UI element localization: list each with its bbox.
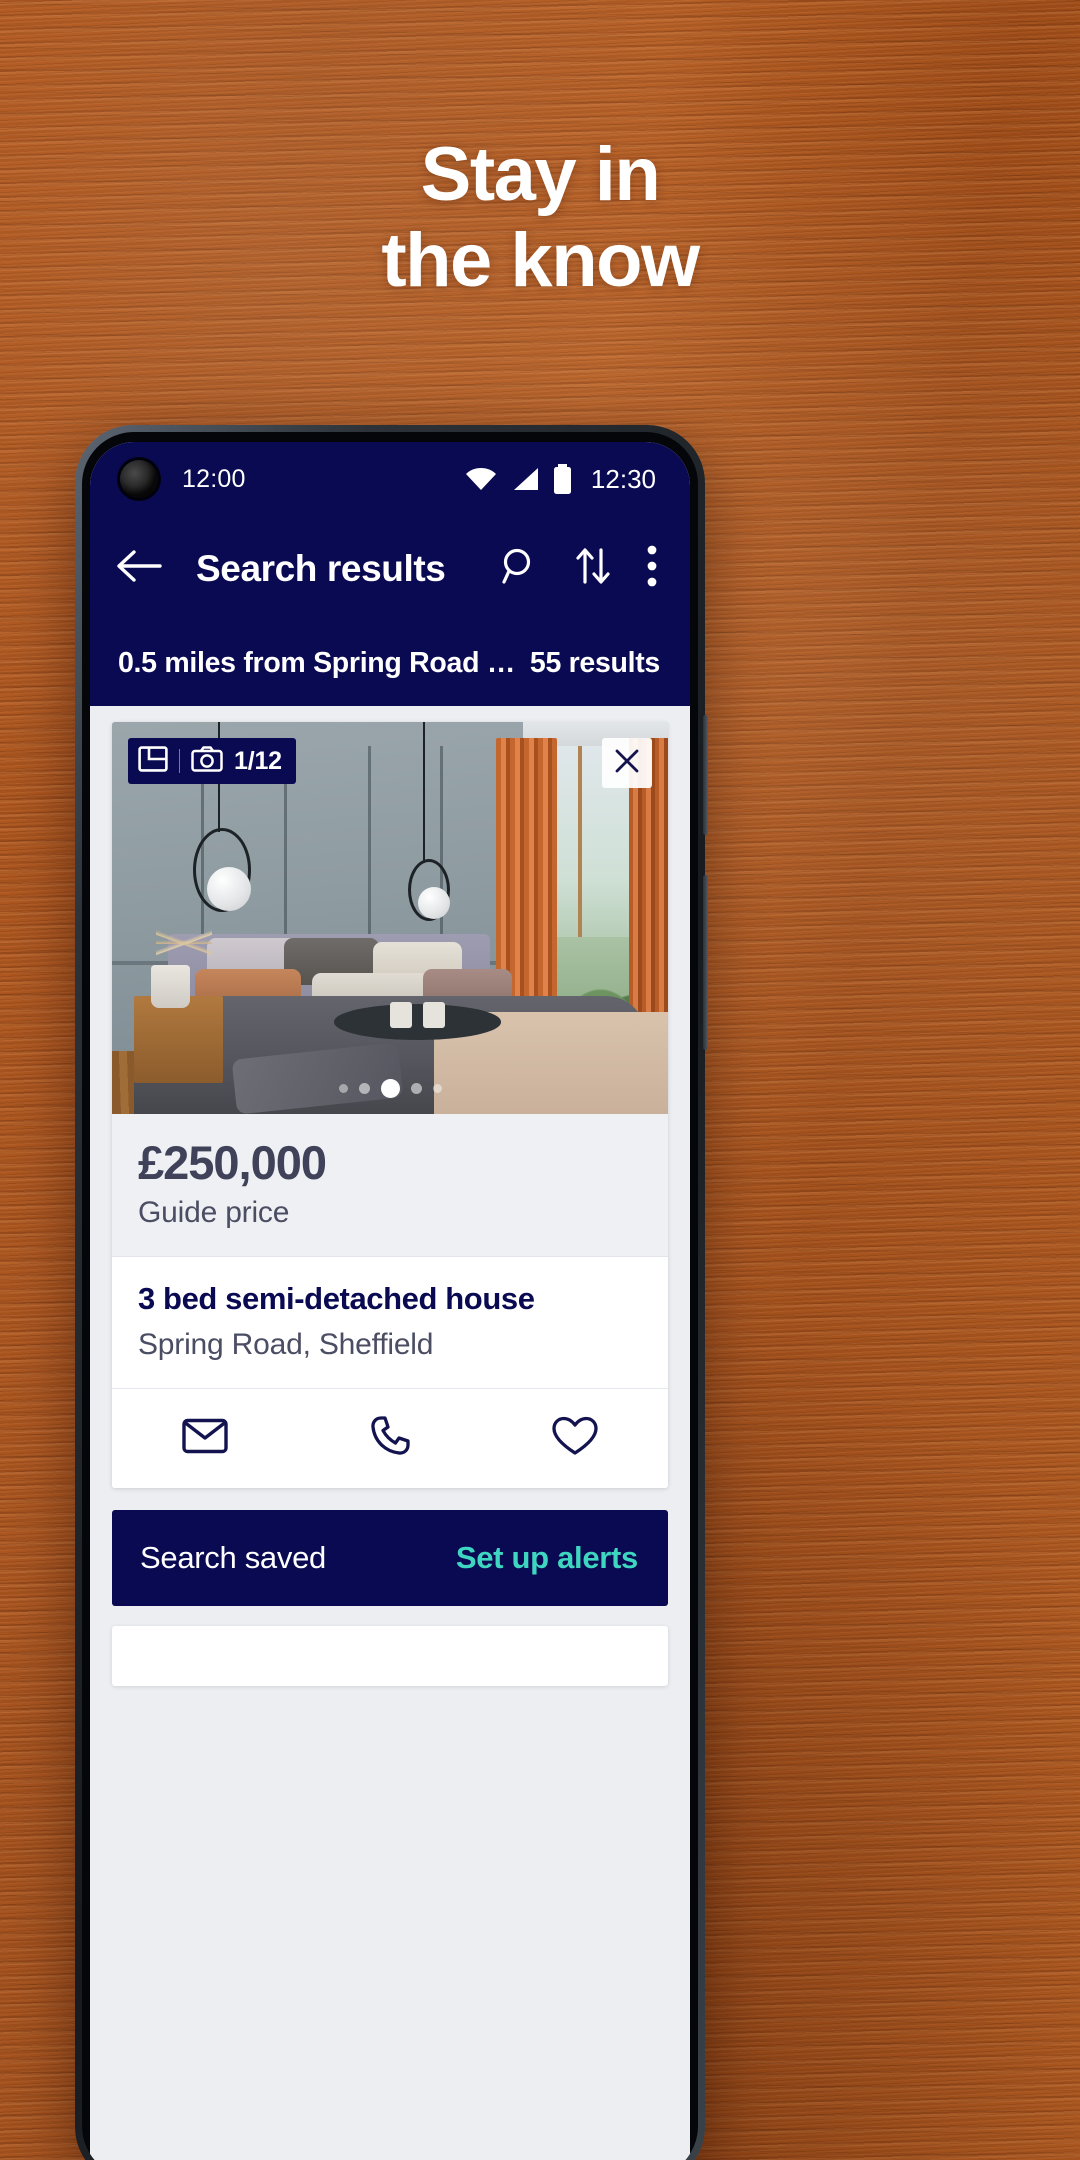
save-property-button[interactable] [483, 1416, 668, 1461]
photo-pendant-cord [423, 722, 426, 864]
photo-tray [334, 1004, 502, 1040]
search-icon [500, 546, 540, 591]
search-location-text: 0.5 miles from Spring Road Sheffield... [118, 647, 518, 679]
email-icon [181, 1418, 228, 1459]
sort-arrows-icon [574, 546, 612, 591]
results-count: 55 results [529, 647, 660, 679]
search-saved-label: Search saved [140, 1539, 326, 1575]
power-button[interactable] [703, 875, 708, 1050]
carousel-dot-active[interactable] [380, 1079, 400, 1098]
photo-count-label: 1/12 [234, 746, 282, 775]
app-toolbar: Search results [90, 516, 690, 621]
status-time-left: 12:00 [182, 464, 246, 493]
property-address: Spring Road, Sheffield [138, 1327, 434, 1361]
carousel-dot[interactable] [338, 1084, 348, 1093]
headline-line-1: Stay in [420, 132, 661, 217]
photo-nightstand [134, 996, 224, 1083]
toolbar-actions [500, 545, 662, 592]
camera-icon [191, 745, 223, 777]
headline-line-2: the know [381, 218, 700, 303]
search-summary-bar[interactable]: 0.5 miles from Spring Road Sheffield... … [90, 621, 690, 706]
results-list[interactable]: 1/12 £250,000 Guide price 3 bed semi-det… [90, 706, 690, 2160]
volume-button[interactable] [703, 715, 708, 835]
wifi-icon [465, 466, 497, 492]
status-icons: 12:30 [465, 464, 656, 495]
photo-dried-grass [156, 914, 213, 969]
price-section: £250,000 Guide price [112, 1114, 668, 1257]
back-button[interactable] [116, 549, 178, 588]
photo-pendant-bulb [417, 886, 450, 919]
photo-pendant-bulb [206, 867, 251, 912]
close-card-button[interactable] [602, 738, 652, 788]
floorplan-icon [138, 745, 168, 777]
next-property-card[interactable] [112, 1625, 668, 1686]
search-saved-bar: Search saved Set up alerts [112, 1509, 668, 1606]
close-icon [614, 748, 640, 779]
badge-separator [179, 749, 180, 773]
set-up-alerts-link[interactable]: Set up alerts [456, 1540, 638, 1576]
carousel-dot[interactable] [432, 1084, 442, 1093]
property-card[interactable]: 1/12 £250,000 Guide price 3 bed semi-det… [112, 722, 668, 1488]
arrow-left-icon [116, 549, 162, 588]
photo-vase [150, 965, 190, 1009]
page-title: Search results [196, 547, 446, 589]
phone-icon [369, 1415, 411, 1462]
search-button[interactable] [500, 546, 540, 591]
carousel-dot[interactable] [358, 1083, 370, 1094]
email-agent-button[interactable] [112, 1418, 297, 1459]
photo-cup [423, 1001, 446, 1028]
phone-screen: 12:00 12:30 Search results 0.5 miles fro… [90, 442, 690, 2160]
call-agent-button[interactable] [297, 1415, 482, 1462]
price-qualifier: Guide price [138, 1195, 290, 1229]
carousel-dots[interactable] [112, 1079, 668, 1098]
photo-count-badge[interactable]: 1/12 [128, 738, 296, 784]
overflow-menu-button[interactable] [646, 545, 658, 592]
property-price: £250,000 [138, 1136, 327, 1189]
heart-icon [552, 1416, 598, 1461]
property-photo[interactable]: 1/12 [112, 722, 668, 1114]
signal-icon [510, 466, 540, 492]
battery-icon [553, 464, 572, 494]
property-title: 3 bed semi-detached house [138, 1280, 535, 1316]
phone-bezel: 12:00 12:30 Search results 0.5 miles fro… [82, 432, 698, 2160]
camera-punch-hole [120, 460, 158, 498]
property-details[interactable]: 3 bed semi-detached house Spring Road, S… [112, 1256, 668, 1388]
status-time-right: 12:30 [590, 463, 656, 494]
sort-button[interactable] [574, 546, 612, 591]
carousel-dot[interactable] [410, 1083, 422, 1094]
marketing-headline: Stay in the know [0, 132, 1080, 304]
status-bar: 12:00 12:30 [90, 442, 690, 516]
property-actions [112, 1387, 668, 1488]
more-vertical-icon [646, 545, 658, 592]
photo-cup [390, 1001, 412, 1028]
phone-mockup: 12:00 12:30 Search results 0.5 miles fro… [75, 425, 708, 2160]
